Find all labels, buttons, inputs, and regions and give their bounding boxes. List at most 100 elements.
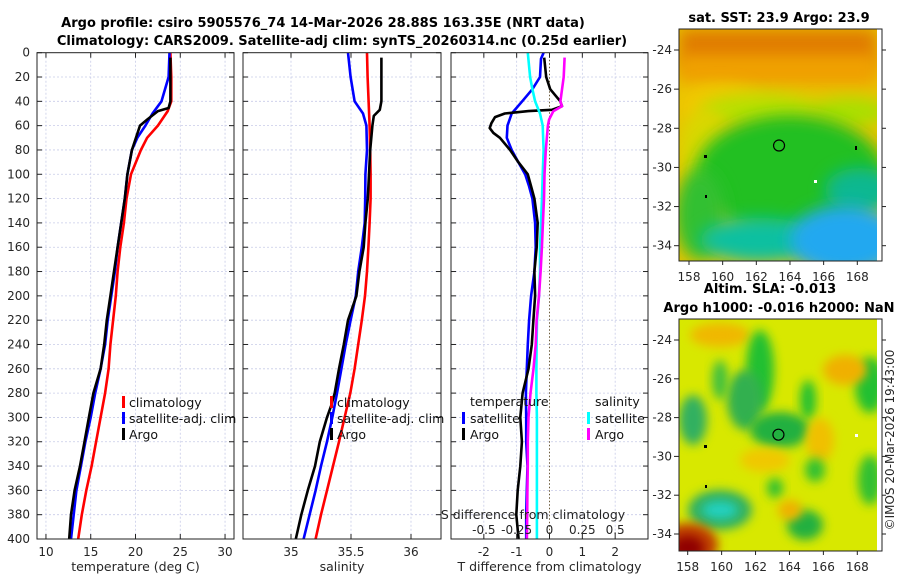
x-tick-label: 20: [128, 545, 143, 559]
legend-label: satellite-adj. clim: [337, 411, 444, 426]
legend-swatch: [122, 428, 125, 440]
figure-title-line1: Argo profile: csiro 5905576_74 14-Mar-20…: [61, 16, 585, 31]
y-tick-label: 0: [22, 46, 30, 60]
x-tick-label: -1: [511, 545, 523, 559]
legend-label: Argo: [129, 427, 158, 442]
lat-tick-label: -30: [652, 160, 672, 174]
series-line-salinity-argo: [525, 57, 566, 539]
sst-map: sat. SST: 23.9 Argo: 23.9 158 160 162 164 16…: [652, 11, 886, 284]
s-tick-label: 0.5: [606, 523, 625, 537]
x-tick-label: 15: [83, 545, 98, 559]
series-group: [67, 52, 173, 539]
y-tick-label: 240: [7, 337, 30, 351]
sla-map-subtitle: Argo h1000: -0.016 h2000: NaN: [663, 301, 894, 316]
lon-tick-label: 168: [846, 560, 869, 574]
x-axis-label: temperature (deg C): [71, 559, 200, 574]
legend-label: satellite: [470, 411, 520, 426]
lat-tick-label: -26: [652, 372, 672, 386]
lat-tick-label: -34: [652, 239, 672, 253]
legend-swatch: [330, 412, 333, 424]
legend-swatch: [462, 412, 465, 424]
s-axis-label: S difference from climatology: [441, 507, 626, 522]
sla-map: Altim. SLA: -0.013 Argo h1000: -0.016 h2…: [652, 282, 894, 574]
lon-tick-label: 160: [710, 560, 733, 574]
y-tick-label: 380: [7, 508, 30, 522]
legend-swatch: [462, 428, 465, 440]
lat-tick-label: -32: [652, 200, 672, 214]
lon-tick-label: 158: [676, 560, 699, 574]
legend-swatch: [330, 396, 333, 408]
legend-label: satellite: [595, 411, 645, 426]
x-tick-label: 35.5: [338, 545, 365, 559]
y-tick-label: 280: [7, 386, 30, 400]
x-tick-label: 35: [283, 545, 298, 559]
y-tick-label: 160: [7, 240, 30, 254]
y-tick-label: 140: [7, 216, 30, 230]
lon-tick-label: 164: [778, 560, 801, 574]
sst-map-image: [679, 29, 877, 261]
y-tick-label: 400: [7, 532, 30, 546]
y-tick-label: 120: [7, 192, 30, 206]
lon-tick-label: 166: [812, 560, 835, 574]
lat-tick-label: -32: [652, 488, 672, 502]
profile-panel-2: 35 35.5 36 salinity climatologysatellite-adj…: [242, 52, 444, 574]
profile-panel-3: -2 -1 0 1 2T difference from climatology temp…: [441, 52, 649, 574]
lat-tick-label: -28: [652, 121, 672, 135]
x-tick-label: -2: [478, 545, 490, 559]
x-tick-label: 10: [38, 545, 53, 559]
y-tick-label: 20: [15, 70, 30, 84]
sla-map-image: [679, 319, 877, 551]
s-tick-label: -0.5: [472, 523, 495, 537]
y-tick-label: 220: [7, 313, 30, 327]
figure-title-line2: Climatology: CARS2009. Satellite-adj cli…: [57, 34, 627, 49]
y-tick-label: 320: [7, 435, 30, 449]
legend-label: Argo: [595, 427, 624, 442]
figure: Argo profile: csiro 5905576_74 14-Mar-20…: [7, 11, 897, 574]
legend-label: satellite-adj. clim: [129, 411, 236, 426]
profile-panels: 0204060801001201401601802002202402602803…: [7, 46, 649, 574]
s-tick-label: -0.25: [501, 523, 532, 537]
y-tick-label: 200: [7, 289, 30, 303]
legend-label: Argo: [337, 427, 366, 442]
lat-tick-label: -24: [652, 43, 672, 57]
y-tick-label: 300: [7, 410, 30, 424]
sst-map-title: sat. SST: 23.9 Argo: 23.9: [688, 11, 869, 26]
legend-title-salinity: salinity: [595, 394, 640, 409]
s-tick-label: 0: [546, 523, 554, 537]
sla-map-title: Altim. SLA: -0.013: [704, 282, 836, 297]
s-tick-label: 0.25: [569, 523, 596, 537]
x-tick-label: 25: [173, 545, 188, 559]
lat-tick-label: -34: [652, 527, 672, 541]
legend-label: climatology: [337, 395, 410, 410]
legend-swatch: [122, 412, 125, 424]
lon-tick-label: 168: [846, 270, 869, 284]
x-tick-label: 0: [546, 545, 554, 559]
legend-swatch: [587, 428, 590, 440]
x-tick-label: 36: [403, 545, 418, 559]
y-tick-label: 60: [15, 119, 30, 133]
lon-tick-label: 162: [744, 560, 767, 574]
y-tick-label: 260: [7, 362, 30, 376]
legend-swatch: [330, 428, 333, 440]
lon-tick-label: 158: [678, 270, 701, 284]
x-tick-label: 2: [611, 545, 619, 559]
legend-swatch: [122, 396, 125, 408]
y-tick-label: 340: [7, 459, 30, 473]
legend-swatch: [587, 412, 590, 424]
lat-tick-label: -28: [652, 411, 672, 425]
y-tick-label: 360: [7, 483, 30, 497]
lat-tick-label: -24: [652, 333, 672, 347]
legend-label: Argo: [470, 427, 499, 442]
y-tick-label: 100: [7, 167, 30, 181]
profile-panel-1: 0 20 40 60 80 100 120 140 160 180 200 220 240 260 280 3…: [7, 46, 236, 574]
series-line-temperature-argo: [488, 57, 564, 539]
legend-label: climatology: [129, 395, 202, 410]
copyright-timestamp: ©IMOS 20-Mar-2026 19:43:00: [883, 350, 897, 531]
lat-tick-label: -26: [652, 82, 672, 96]
x-tick-label: 30: [217, 545, 232, 559]
y-tick-label: 180: [7, 265, 30, 279]
legend-title-temperature: temperature: [470, 394, 549, 409]
lat-tick-label: -30: [652, 449, 672, 463]
y-tick-label: 80: [15, 143, 30, 157]
x-axis-label: T difference from climatology: [456, 559, 642, 574]
